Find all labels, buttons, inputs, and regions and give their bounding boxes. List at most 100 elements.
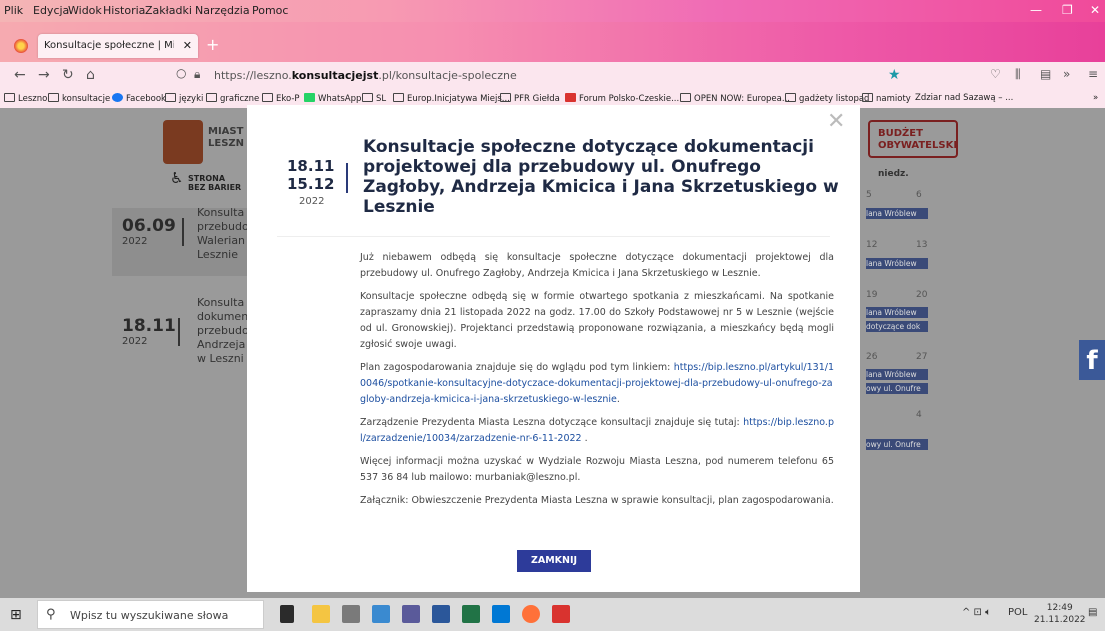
bookmark-item[interactable]: SL bbox=[362, 93, 386, 104]
tab-bar: Konsultacje społeczne | Miasto Leszno ✕ … bbox=[0, 22, 1105, 62]
calendar-event-chip[interactable]: owy ul. Onufre bbox=[866, 439, 928, 450]
modal-paragraph: Zarządzenie Prezydenta Miasta Leszna dot… bbox=[360, 417, 834, 444]
menu-plik[interactable]: Plik bbox=[4, 4, 23, 17]
calendar-event-chip[interactable]: lana Wróblew bbox=[866, 208, 928, 219]
modal-paragraph: Konsultacje społeczne odbędą się w formi… bbox=[360, 291, 834, 350]
acrobat-icon[interactable] bbox=[552, 605, 570, 623]
modal-separator bbox=[277, 236, 830, 237]
modal-paragraph: Załącznik: Obwieszczenie Prezydenta Mias… bbox=[360, 495, 834, 506]
bookmark-item[interactable]: konsultacje bbox=[48, 93, 110, 104]
event-divider bbox=[178, 318, 180, 346]
menu-pomoc[interactable]: Pomoc bbox=[252, 4, 288, 17]
calculator-icon[interactable] bbox=[372, 605, 390, 623]
modal-close-icon[interactable]: ✕ bbox=[827, 109, 845, 134]
menu-historia[interactable]: Historia bbox=[103, 4, 145, 17]
clock[interactable]: 12:49 21.11.2022 bbox=[1034, 602, 1086, 626]
system-tray-icons[interactable]: ^ ⊡ 🔈︎ bbox=[962, 607, 991, 618]
bookmark-item[interactable]: Europ.Inicjatywa Miejs... bbox=[393, 93, 510, 104]
calendar-event-chip[interactable]: dotyczące dok bbox=[866, 321, 928, 332]
firefox-icon[interactable] bbox=[522, 605, 540, 623]
bookmark-item[interactable]: Eko-P bbox=[262, 93, 300, 104]
bookmark-item[interactable]: Facebook bbox=[112, 93, 166, 104]
windows-taskbar: ⊞ ⚲ Wpisz tu wyszukiwane słowa ^ ⊡ 🔈︎ PO… bbox=[0, 598, 1105, 631]
zamknij-button[interactable]: ZAMKNIJ bbox=[517, 550, 591, 572]
calendar-day-number: 27 bbox=[916, 352, 928, 362]
event-divider bbox=[182, 218, 184, 246]
calendar-day-number: 4 bbox=[916, 410, 922, 420]
event-date: 18.11 bbox=[122, 316, 176, 336]
modal-date-divider bbox=[346, 163, 348, 193]
bookmark-item[interactable]: języki bbox=[165, 93, 203, 104]
event-title[interactable]: Konsulta dokumen przebudo Andrzeja w Leszni bbox=[197, 296, 247, 366]
event-date: 06.09 bbox=[122, 216, 176, 236]
back-icon[interactable]: ← bbox=[14, 67, 26, 83]
bookmarks-overflow-icon[interactable]: » bbox=[1093, 93, 1098, 103]
minimize-icon[interactable]: — bbox=[1030, 3, 1042, 17]
app-icon[interactable] bbox=[402, 605, 420, 623]
shield-icon[interactable]: ○ bbox=[176, 66, 186, 80]
budzet-obywatelski-link[interactable]: BUDŻET OBYWATELSKI bbox=[868, 120, 958, 158]
outlook-icon[interactable] bbox=[492, 605, 510, 623]
menu-narzedzia[interactable]: Narzędzia bbox=[195, 4, 250, 17]
hamburger-menu-icon[interactable]: ≡ bbox=[1088, 67, 1098, 81]
bookmark-item[interactable]: graficzne bbox=[206, 93, 259, 104]
url-bar[interactable]: ○ 🔒︎ https://leszno.konsultacjejst.pl/ko… bbox=[170, 65, 910, 85]
firefox-logo-icon bbox=[14, 39, 28, 53]
lock-icon[interactable]: 🔒︎ bbox=[194, 67, 200, 82]
overflow-icon[interactable]: » bbox=[1063, 67, 1070, 81]
facebook-icon[interactable]: f bbox=[1079, 340, 1105, 380]
tab-close-icon[interactable]: ✕ bbox=[183, 39, 192, 52]
new-tab-button[interactable]: + bbox=[206, 35, 219, 54]
excel-icon[interactable] bbox=[462, 605, 480, 623]
event-year: 2022 bbox=[122, 336, 148, 347]
calendar-day-number: 5 bbox=[866, 190, 872, 200]
language-indicator[interactable]: POL bbox=[1008, 607, 1027, 618]
task-view-icon[interactable] bbox=[280, 605, 294, 623]
site-logo[interactable]: MIAST LESZN bbox=[208, 126, 244, 150]
home-icon[interactable]: ⌂ bbox=[86, 67, 95, 83]
bookmark-item[interactable]: gadżety listopad bbox=[785, 93, 869, 104]
search-placeholder: Wpisz tu wyszukiwane słowa bbox=[70, 609, 229, 622]
url-text: https://leszno.konsultacjejst.pl/konsult… bbox=[214, 69, 517, 82]
taskbar-search[interactable]: ⚲ Wpisz tu wyszukiwane słowa bbox=[37, 600, 264, 629]
calendar-event-chip[interactable]: owy ul. Onufre bbox=[866, 383, 928, 394]
calendar-event-chip[interactable]: lana Wróblew bbox=[866, 369, 928, 380]
calendar-event-chip[interactable]: lana Wróblew bbox=[866, 258, 928, 269]
bookmark-star-icon[interactable]: ★ bbox=[888, 67, 901, 83]
app-icon[interactable] bbox=[342, 605, 360, 623]
reload-icon[interactable]: ↻ bbox=[62, 67, 74, 83]
calendar-day-number: 26 bbox=[866, 352, 878, 362]
accessibility-icon: ♿︎ bbox=[170, 169, 184, 187]
tab-title: Konsultacje społeczne | Miasto Leszno bbox=[44, 40, 174, 51]
maximize-icon[interactable]: ❐ bbox=[1062, 3, 1073, 17]
calendar-event-chip[interactable]: lana Wróblew bbox=[866, 307, 928, 318]
pocket-icon[interactable]: ♡ bbox=[990, 67, 1001, 81]
bookmark-item[interactable]: Forum Polsko-Czeskie... bbox=[565, 93, 679, 104]
bookmark-item[interactable]: Leszno bbox=[4, 93, 47, 104]
word-icon[interactable] bbox=[432, 605, 450, 623]
bookmark-item[interactable]: namioty bbox=[862, 93, 911, 104]
sidebar-icon[interactable]: ▤ bbox=[1040, 67, 1051, 81]
windows-start-icon[interactable]: ⊞ bbox=[10, 607, 22, 623]
calendar-day-number: 19 bbox=[866, 290, 878, 300]
event-year: 2022 bbox=[122, 236, 148, 247]
menu-edycja[interactable]: Edycja bbox=[33, 4, 69, 17]
bookmark-item[interactable]: OPEN NOW: Europea... bbox=[680, 93, 790, 104]
bookmark-item[interactable]: PFR Giełda bbox=[500, 93, 560, 104]
tab-konsultacje[interactable]: Konsultacje społeczne | Miasto Leszno ✕ bbox=[38, 34, 198, 58]
file-explorer-icon[interactable] bbox=[312, 605, 330, 623]
modal-title: Konsultacje społeczne dotyczące dokument… bbox=[363, 137, 839, 217]
forward-icon[interactable]: → bbox=[38, 67, 50, 83]
library-icon[interactable]: ⫼ bbox=[1015, 67, 1021, 82]
menu-widok[interactable]: Widok bbox=[68, 4, 102, 17]
menu-zakladki[interactable]: Zakładki bbox=[145, 4, 192, 17]
notifications-icon[interactable]: ▤ bbox=[1088, 607, 1097, 618]
bookmark-item[interactable]: Zdziar nad Sazawą – ... bbox=[915, 93, 1013, 103]
calendar-day-number: 12 bbox=[866, 240, 878, 250]
leszno-crest-icon bbox=[163, 120, 203, 164]
close-window-icon[interactable]: ✕ bbox=[1090, 3, 1100, 17]
calendar-day-number: 13 bbox=[916, 240, 928, 250]
announcement-modal: ✕ 18.11 15.12 2022 Konsultacje społeczne… bbox=[247, 105, 860, 592]
bookmark-item[interactable]: WhatsApp bbox=[304, 93, 361, 104]
search-icon: ⚲ bbox=[46, 607, 56, 622]
